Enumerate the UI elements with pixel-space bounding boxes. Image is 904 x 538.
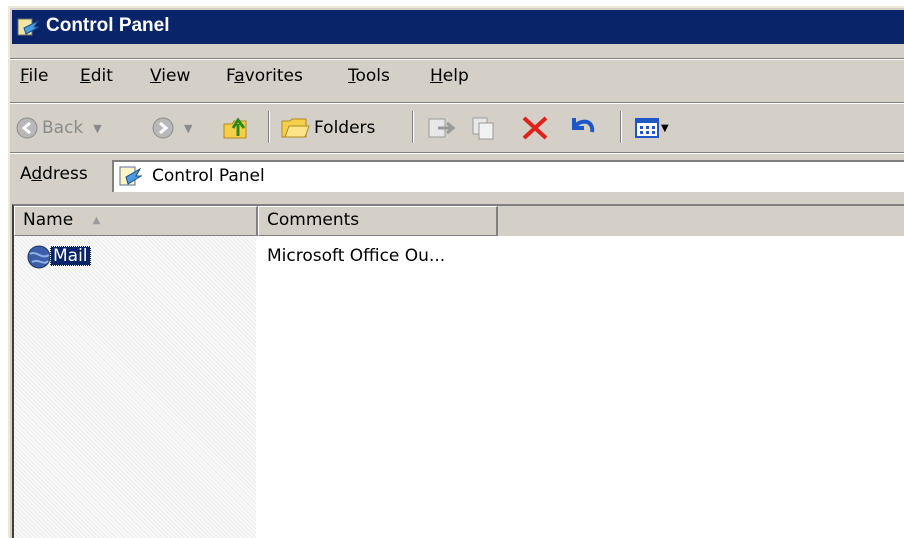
column-name-label: Name — [23, 210, 74, 230]
list-item[interactable]: Mail Microsoft Office Ou... — [14, 242, 904, 272]
divider — [10, 58, 904, 60]
address-value: Control Panel — [152, 166, 265, 186]
forward-button[interactable]: ▼ — [152, 114, 192, 142]
menu-view[interactable]: View — [150, 66, 190, 86]
folders-icon — [281, 118, 310, 138]
toolbar-separator — [268, 111, 270, 143]
forward-arrow-icon — [152, 117, 174, 139]
delete-button[interactable] — [520, 114, 550, 142]
menu-help[interactable]: Help — [430, 66, 469, 86]
copy-to-button[interactable] — [470, 114, 500, 142]
back-arrow-icon — [16, 117, 38, 139]
toolbar: Back ▼ ▼ Folders ▼ — [12, 108, 904, 148]
undo-button[interactable] — [568, 114, 598, 142]
explorer-window: Control Panel File Edit View Favorites T… — [8, 6, 904, 538]
undo-icon — [572, 118, 595, 133]
divider — [10, 102, 904, 104]
menu-file[interactable]: File — [20, 66, 48, 86]
menu-bar: File Edit View Favorites Tools Help — [12, 62, 904, 90]
views-dropdown-icon[interactable]: ▼ — [661, 123, 669, 134]
move-to-button[interactable] — [426, 114, 456, 142]
back-label: Back — [42, 118, 84, 138]
control-panel-icon — [17, 18, 40, 36]
delete-icon — [522, 116, 548, 140]
column-comments-label: Comments — [267, 210, 360, 230]
file-list[interactable]: Name ▲ Comments Mail Microsoft Office Ou… — [12, 204, 904, 538]
back-button[interactable]: Back ▼ — [16, 114, 102, 142]
column-header-name[interactable]: Name ▲ — [14, 206, 258, 236]
menu-edit[interactable]: Edit — [80, 66, 113, 86]
item-name[interactable]: Mail — [50, 246, 91, 266]
item-comments: Microsoft Office Ou... — [267, 246, 446, 266]
sort-ascending-icon: ▲ — [92, 215, 101, 226]
back-dropdown-icon[interactable]: ▼ — [93, 122, 101, 135]
divider — [10, 152, 904, 154]
views-icon — [635, 118, 659, 138]
sorted-column-shading — [14, 236, 256, 538]
up-button[interactable] — [222, 114, 252, 142]
window-title: Control Panel — [46, 15, 170, 36]
toolbar-separator — [620, 111, 622, 143]
address-bar: Address Control Panel — [12, 158, 904, 194]
column-header-comments[interactable]: Comments — [258, 206, 498, 236]
menu-favorites[interactable]: Favorites — [226, 66, 303, 86]
up-folder-icon — [223, 117, 247, 139]
folders-button[interactable]: Folders — [280, 114, 375, 142]
control-panel-icon — [119, 166, 142, 186]
menu-tools[interactable]: Tools — [348, 66, 390, 86]
move-to-icon — [428, 118, 456, 138]
column-header-bar: Name ▲ Comments — [14, 206, 904, 236]
views-button[interactable]: ▼ — [634, 114, 669, 142]
address-input[interactable]: Control Panel — [112, 160, 904, 192]
toolbar-separator — [412, 111, 414, 143]
title-bar[interactable]: Control Panel — [12, 10, 904, 44]
address-label: Address — [20, 164, 88, 184]
copy-to-icon — [472, 117, 494, 140]
folders-label: Folders — [314, 118, 376, 138]
forward-dropdown-icon[interactable]: ▼ — [184, 122, 192, 135]
